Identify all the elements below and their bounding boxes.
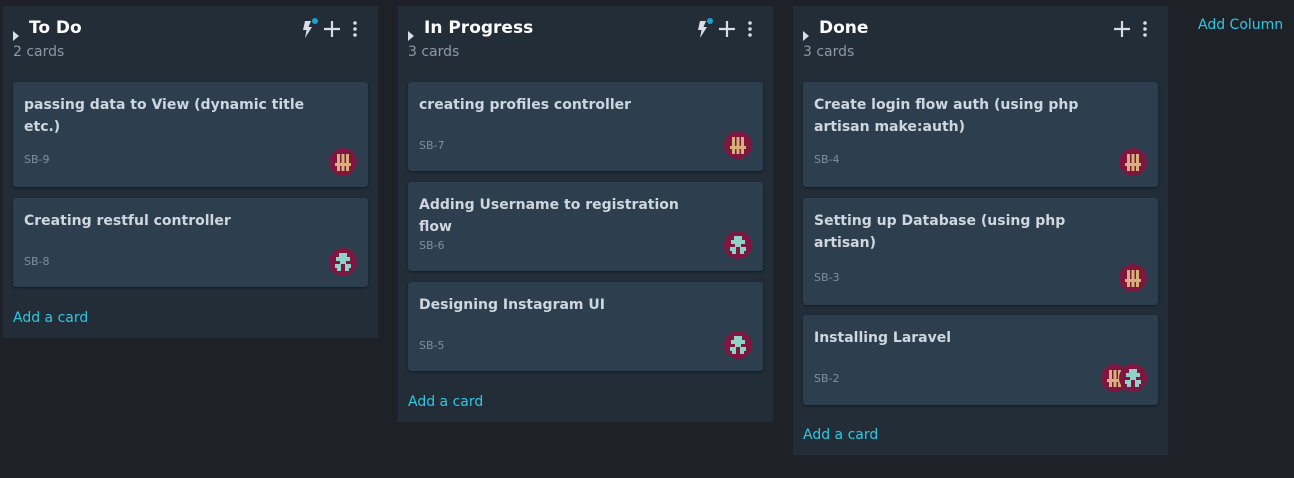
plus-icon[interactable] [1112, 18, 1132, 40]
card-title: Setting up Database (using php artisan) [814, 213, 1066, 251]
column-header: To Do 2 cards [3, 6, 378, 68]
avatar [329, 248, 357, 276]
column-to-do: To Do 2 cards passing data to View (dyna… [3, 6, 378, 338]
column-in-progress: In Progress 3 cards creating profiles co… [398, 6, 773, 422]
avatar [724, 131, 752, 159]
add-column-button[interactable]: Add Column [1198, 17, 1283, 33]
card-key: SB-2 [814, 372, 840, 385]
card[interactable]: Designing Instagram UI SB-5 [408, 282, 763, 371]
card-title: Installing Laravel [814, 330, 952, 346]
add-card-button[interactable]: Add a card [408, 394, 483, 410]
avatar [724, 331, 752, 359]
card[interactable]: Setting up Database (using php artisan) … [803, 198, 1158, 305]
card-title: Create login flow auth (using php artisa… [814, 97, 1079, 135]
more-vert-icon[interactable] [740, 18, 760, 40]
card-title: creating profiles controller [419, 97, 632, 113]
column-title: Done [819, 18, 869, 38]
card[interactable]: Creating restful controller SB-8 [13, 198, 368, 287]
column-actions [1112, 18, 1159, 40]
collapse-toggle-icon[interactable] [803, 31, 809, 41]
lightning-icon[interactable] [694, 18, 714, 40]
column-done: Done 3 cards Create login flow auth (usi… [793, 6, 1168, 455]
more-vert-icon[interactable] [345, 18, 365, 40]
card-title: Creating restful controller [24, 213, 231, 229]
lightning-icon[interactable] [299, 18, 319, 40]
avatar [724, 231, 752, 259]
more-vert-icon[interactable] [1135, 18, 1155, 40]
avatar [1119, 148, 1147, 176]
card-count: 3 cards [803, 44, 855, 60]
card-count: 2 cards [13, 44, 65, 60]
card[interactable]: Adding Username to registration flow SB-… [408, 182, 763, 271]
add-card-button[interactable]: Add a card [803, 427, 878, 443]
avatar [1119, 264, 1147, 292]
add-card-button[interactable]: Add a card [13, 310, 88, 326]
card[interactable]: creating profiles controller SB-7 [408, 82, 763, 171]
card[interactable]: Installing Laravel SB-2 [803, 315, 1158, 405]
column-title: In Progress [424, 18, 534, 38]
card-key: SB-7 [419, 139, 445, 152]
card-key: SB-6 [419, 239, 445, 252]
card-key: SB-8 [24, 255, 50, 268]
plus-icon[interactable] [717, 18, 737, 40]
column-actions [299, 18, 369, 40]
collapse-toggle-icon[interactable] [408, 31, 414, 41]
collapse-toggle-icon[interactable] [13, 31, 19, 41]
card-key: SB-4 [814, 153, 840, 166]
card-title: passing data to View (dynamic title etc.… [24, 97, 305, 135]
plus-icon[interactable] [322, 18, 342, 40]
column-actions [694, 18, 764, 40]
column-header: In Progress 3 cards [398, 6, 773, 68]
card-count: 3 cards [408, 44, 460, 60]
card-key: SB-9 [24, 153, 50, 166]
card[interactable]: passing data to View (dynamic title etc.… [13, 82, 368, 187]
avatar [1119, 364, 1147, 392]
card[interactable]: Create login flow auth (using php artisa… [803, 82, 1158, 187]
card-key: SB-3 [814, 271, 840, 284]
column-title: To Do [29, 18, 82, 38]
card-key: SB-5 [419, 339, 445, 352]
card-title: Adding Username to registration flow [419, 197, 679, 235]
avatar [329, 148, 357, 176]
card-title: Designing Instagram UI [419, 297, 605, 313]
column-header: Done 3 cards [793, 6, 1168, 68]
